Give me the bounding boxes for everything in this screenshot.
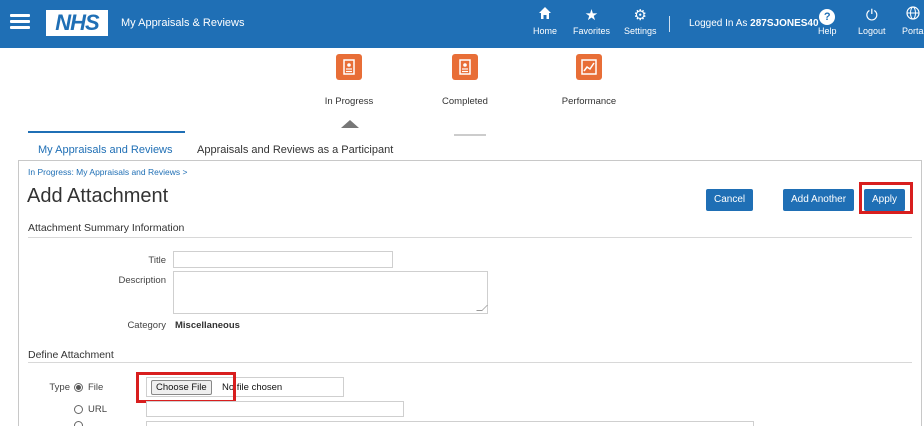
tab-my-appraisals[interactable]: My Appraisals and Reviews xyxy=(38,144,173,156)
breadcrumb[interactable]: In Progress: My Appraisals and Reviews > xyxy=(28,167,187,177)
choose-file-highlight-box xyxy=(136,372,236,403)
file-radio[interactable] xyxy=(74,383,83,392)
nav-settings[interactable]: ⚙ Settings xyxy=(624,6,657,36)
url-input[interactable] xyxy=(146,401,404,417)
clipboard-check-icon xyxy=(452,54,478,80)
add-another-button[interactable]: Add Another xyxy=(783,189,855,211)
nav-help-label: Help xyxy=(818,26,837,36)
top-header-bar: NHS My Appraisals & Reviews Home ★ Favor… xyxy=(0,0,924,48)
nhs-logo[interactable]: NHS xyxy=(46,10,108,36)
url-radio-label[interactable]: URL xyxy=(88,404,107,415)
type-label: Type xyxy=(49,382,70,393)
nav-help[interactable]: ? Help xyxy=(818,6,837,36)
active-tab-underline xyxy=(28,131,185,133)
current-stage-indicator xyxy=(341,120,359,128)
globe-icon xyxy=(902,6,924,26)
third-type-input[interactable] xyxy=(146,421,754,426)
category-value: Miscellaneous xyxy=(175,320,240,331)
header-divider xyxy=(669,16,670,32)
stage-completed[interactable]: Completed xyxy=(420,54,510,107)
resize-handle-icon[interactable] xyxy=(476,305,488,311)
clipboard-icon xyxy=(336,54,362,80)
logged-in-prefix: Logged In As xyxy=(689,18,748,29)
summary-section-rule xyxy=(28,237,912,238)
star-icon: ★ xyxy=(584,7,599,24)
gear-icon: ⚙ xyxy=(633,7,647,24)
nav-home-label: Home xyxy=(533,26,558,36)
chart-icon xyxy=(576,54,602,80)
nav-settings-label: Settings xyxy=(624,26,657,36)
define-section-rule xyxy=(28,362,912,363)
app-title: My Appraisals & Reviews xyxy=(121,17,245,29)
nav-logout-label: Logout xyxy=(858,26,886,36)
stage-divider xyxy=(454,134,486,136)
stage-performance-label: Performance xyxy=(561,96,617,107)
file-radio-label[interactable]: File xyxy=(88,382,103,393)
tab-participant-appraisals[interactable]: Appraisals and Reviews as a Participant xyxy=(197,144,393,156)
nav-portal[interactable]: Porta xyxy=(902,6,924,36)
category-label: Category xyxy=(127,320,166,331)
nav-favorites[interactable]: ★ Favorites xyxy=(573,6,610,36)
stage-completed-label: Completed xyxy=(442,96,488,107)
title-input[interactable] xyxy=(173,251,393,268)
power-icon: ⏻ xyxy=(865,7,878,24)
nav-portal-label: Porta xyxy=(902,26,924,36)
nav-home[interactable]: Home xyxy=(533,6,557,36)
description-textarea[interactable] xyxy=(173,271,488,314)
cancel-button[interactable]: Cancel xyxy=(706,189,754,211)
title-label: Title xyxy=(148,255,166,266)
nav-logout[interactable]: ⏻ Logout xyxy=(858,6,886,36)
home-icon xyxy=(533,6,557,26)
define-section-heading: Define Attachment xyxy=(28,349,114,361)
menu-icon[interactable] xyxy=(10,14,30,30)
url-radio[interactable] xyxy=(74,405,83,414)
stage-performance[interactable]: Performance xyxy=(544,54,634,107)
nav-favorites-label: Favorites xyxy=(573,26,611,36)
summary-section-heading: Attachment Summary Information xyxy=(28,222,185,234)
page-title: Add Attachment xyxy=(27,185,169,207)
stage-in-progress[interactable]: In Progress xyxy=(304,54,394,107)
stage-in-progress-label: In Progress xyxy=(324,96,374,107)
username: 287SJONES40 xyxy=(750,18,819,29)
description-label: Description xyxy=(118,275,166,286)
apply-highlight-box xyxy=(859,182,913,214)
logged-in-text: Logged In As 287SJONES40 xyxy=(689,18,819,29)
help-icon: ? xyxy=(819,9,836,25)
third-type-radio[interactable] xyxy=(74,421,83,426)
